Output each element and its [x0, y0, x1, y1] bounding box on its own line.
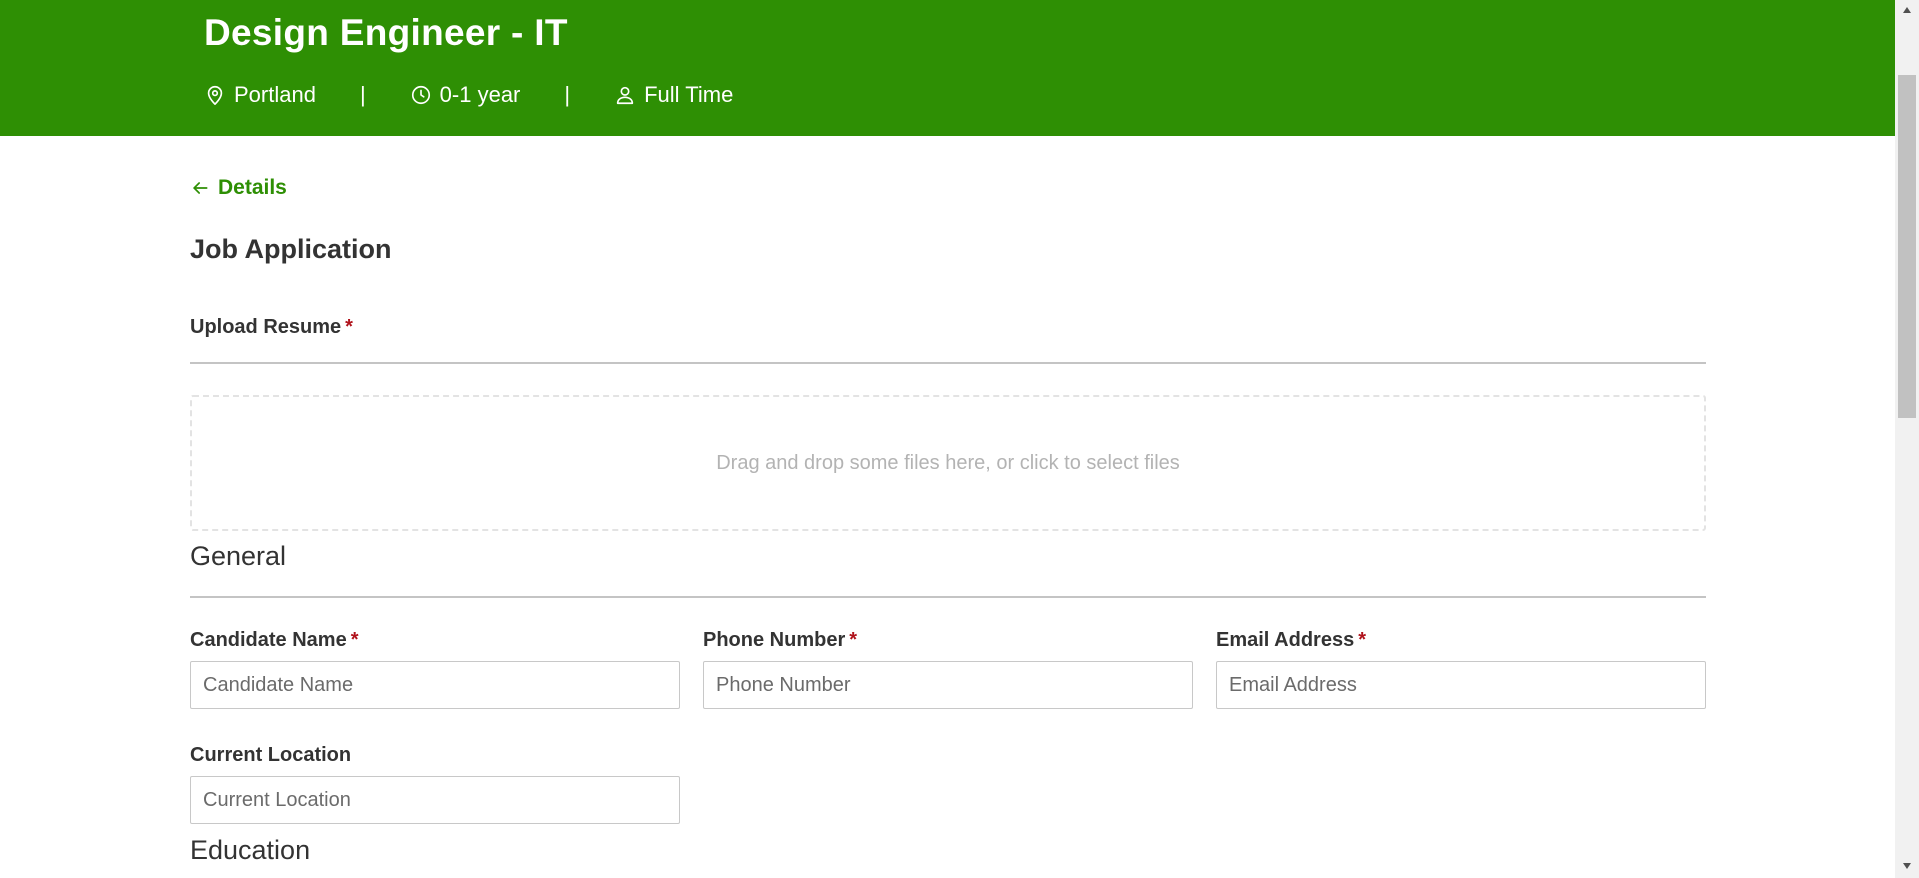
phone-number-input[interactable] [703, 661, 1193, 709]
current-location-input[interactable] [190, 776, 680, 824]
job-location-text: Portland [234, 82, 316, 107]
resume-dropzone[interactable]: Drag and drop some files here, or click … [190, 395, 1706, 531]
section-divider [190, 596, 1706, 598]
job-meta: Portland | 0-1 year | Full Time [204, 80, 733, 110]
job-location: Portland [204, 82, 316, 108]
back-to-details-link[interactable]: Details [190, 176, 287, 200]
job-experience-text: 0-1 year [439, 82, 521, 107]
dropzone-text: Drag and drop some files here, or click … [716, 451, 1180, 474]
page-title: Job Application [190, 234, 392, 264]
meta-separator: | [359, 82, 366, 107]
scroll-up-arrow-icon[interactable] [1899, 2, 1915, 18]
candidate-name-label-text: Candidate Name [190, 629, 347, 651]
upload-resume-label: Upload Resume * [190, 316, 353, 339]
section-title-general: General [190, 541, 287, 571]
current-location-label: Current Location [190, 744, 351, 767]
required-marker: * [345, 316, 353, 338]
email-address-label-text: Email Address [1216, 629, 1355, 651]
email-address-input[interactable] [1216, 661, 1706, 709]
email-address-label: Email Address * [1216, 629, 1366, 652]
required-marker: * [1358, 629, 1366, 651]
job-type-text: Full Time [644, 82, 734, 107]
required-marker: * [350, 629, 359, 651]
candidate-name-input[interactable] [190, 661, 680, 709]
job-header: Design Engineer - IT Portland | 0-1 year… [0, 0, 1895, 136]
meta-separator: | [564, 82, 571, 107]
job-title: Design Engineer - IT [204, 12, 568, 53]
candidate-name-label: Candidate Name * [190, 629, 359, 652]
upload-resume-label-text: Upload Resume [190, 316, 342, 338]
phone-number-label: Phone Number * [703, 629, 857, 652]
scrollbar-thumb[interactable] [1898, 75, 1916, 418]
section-title-education: Education [190, 835, 311, 865]
phone-number-label-text: Phone Number [703, 629, 846, 651]
required-marker: * [849, 629, 858, 651]
job-experience: 0-1 year [410, 82, 521, 108]
scroll-down-arrow-icon[interactable] [1899, 858, 1915, 874]
arrow-left-icon [193, 182, 208, 194]
user-icon [616, 86, 634, 105]
clock-icon [411, 85, 430, 105]
job-type: Full Time [614, 82, 733, 108]
back-link-label: Details [218, 176, 287, 199]
map-pin-icon [207, 85, 223, 105]
current-location-label-text: Current Location [190, 744, 352, 766]
section-divider [190, 362, 1706, 364]
